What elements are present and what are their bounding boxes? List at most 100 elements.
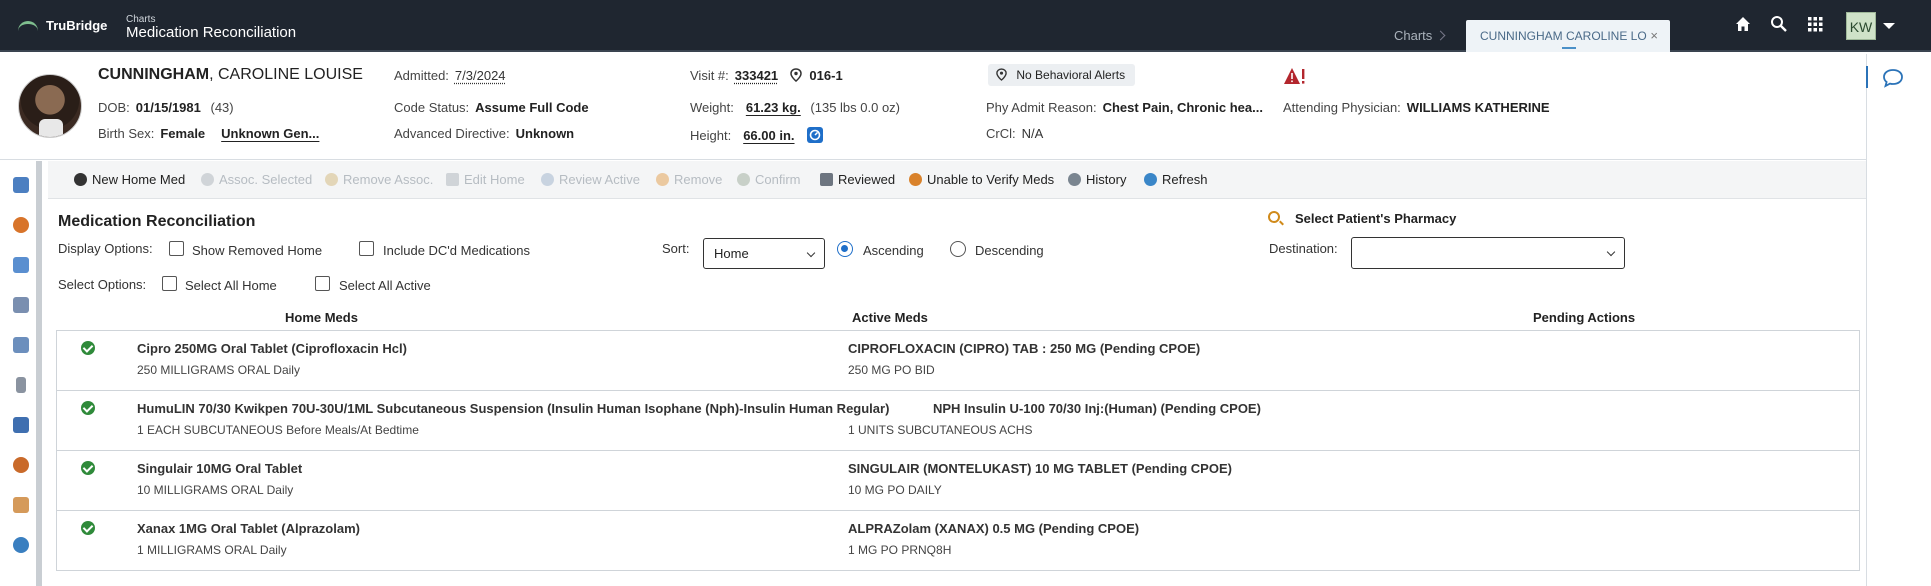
home-med-sig: 1 EACH SUBCUTANEOUS Before Meals/At Bedt… [137,423,419,437]
dob-label: DOB: [98,100,130,115]
gender-value[interactable]: Unknown Gen... [221,126,319,141]
review-active-button[interactable]: Review Active [541,172,640,187]
chevron-down-icon [1606,247,1616,257]
reviewed-button[interactable]: Reviewed [820,172,895,187]
user-menu-caret-icon[interactable] [1883,23,1895,29]
section-title: Medication Reconciliation [58,213,256,230]
pills-icon [909,173,922,186]
chevron-down-icon [806,248,816,258]
height-value[interactable]: 66.00 in. [743,128,794,143]
med-row[interactable]: HumuLIN 70/30 Kwikpen 70U-30U/1ML Subcut… [57,391,1859,451]
brand-mark-icon [18,19,38,33]
allergy-alert-icon[interactable] [1283,66,1309,86]
patient-first-names: , CAROLINE LOUISE [209,66,363,83]
left-sidebar [0,161,42,586]
tab-patient-chart[interactable]: CUNNINGHAM CAROLINE LO × [1466,20,1670,52]
device-icon[interactable] [16,377,26,393]
select-all-home-checkbox[interactable] [162,276,177,291]
med-row[interactable]: Cipro 250MG Oral Tablet (Ciprofloxacin H… [57,331,1859,391]
visit-label: Visit #: [690,68,729,83]
bmi-calculator-icon[interactable] [806,126,824,144]
user-avatar[interactable]: KW [1846,12,1876,40]
visit-value[interactable]: 333421 [735,68,778,83]
med-rec-toolbar: New Home Med Assoc. Selected Remove Asso… [48,161,1866,199]
medications-icon[interactable] [13,297,29,313]
attending-value[interactable]: WILLIAMS KATHERINE [1407,100,1550,115]
home-icon[interactable] [1733,14,1753,34]
confirm-icon [737,173,750,186]
timer-icon[interactable] [13,217,29,233]
active-med-sig: 10 MG PO DAILY [848,483,942,497]
admit-reason-value[interactable]: Chest Pain, Chronic hea... [1103,100,1263,115]
assoc-selected-button[interactable]: Assoc. Selected [201,172,312,187]
active-med-sig: 250 MG PO BID [848,363,935,377]
globe-icon[interactable] [13,537,29,553]
unable-verify-label: Unable to Verify Meds [927,172,1055,187]
attending-field: Attending Physician: WILLIAMS KATHERINE [1283,100,1550,115]
active-med-sig: 1 MG PO PRNQ8H [848,543,952,557]
edit-home-button[interactable]: Edit Home [446,172,525,187]
remove-assoc-button[interactable]: Remove Assoc. [325,172,433,187]
active-med-name[interactable]: ALPRAZolam (XANAX) 0.5 MG (Pending CPOE) [848,521,1139,536]
dob-value: 01/15/1981 [135,100,201,115]
tab-charts[interactable]: Charts [1394,28,1432,43]
home-med-sig: 10 MILLIGRAMS ORAL Daily [137,483,294,497]
edit-icon [446,173,459,186]
home-med-name[interactable]: Singulair 10MG Oral Tablet [137,461,302,476]
history-button[interactable]: History [1068,172,1126,187]
col-active-meds: Active Meds [852,310,928,325]
orders-icon[interactable] [13,257,29,273]
home-med-name[interactable]: HumuLIN 70/30 Kwikpen 70U-30U/1ML Subcut… [137,401,889,416]
home-med-sig: 1 MILLIGRAMS ORAL Daily [137,543,287,557]
sort-select[interactable]: Home [703,238,825,269]
link-icon [201,173,214,186]
pharmacy-search-icon[interactable] [1268,211,1280,223]
reconciled-check-icon [81,521,95,535]
active-med-name[interactable]: CIPROFLOXACIN (CIPRO) TAB : 250 MG (Pend… [848,341,1200,356]
home-med-name[interactable]: Xanax 1MG Oral Tablet (Alprazolam) [137,521,360,536]
confirm-button[interactable]: Confirm [737,172,801,187]
show-removed-home-checkbox[interactable] [169,241,184,256]
height-label: Height: [690,128,732,143]
brand-logo[interactable]: TruBridge [18,18,107,33]
descending-label: Descending [975,243,1044,258]
descending-radio[interactable] [950,241,966,257]
close-tab-icon[interactable]: × [1650,28,1658,43]
chat-icon[interactable] [1882,68,1904,88]
code-status-label: Code Status: [394,100,470,115]
ascending-radio[interactable] [837,241,853,257]
dob-field: DOB: 01/15/1981 (43) [98,100,234,115]
destination-select[interactable] [1351,237,1625,269]
sort-select-value: Home [714,246,749,261]
behavioral-alert-badge[interactable]: No Behavioral Alerts [988,64,1136,86]
apps-grid-icon[interactable] [1805,14,1825,34]
admitted-value[interactable]: 7/3/2024 [455,68,506,83]
reconciled-check-icon [81,341,95,355]
select-all-active-label: Select All Active [339,278,431,293]
active-med-name[interactable]: SINGULAIR (MONTELUKAST) 10 MG TABLET (Pe… [848,461,1232,476]
search-icon[interactable] [1769,14,1789,34]
care-team-icon[interactable] [13,497,29,513]
active-med-name[interactable]: NPH Insulin U-100 70/30 Inj:(Human) (Pen… [933,401,1261,416]
documents-icon[interactable] [13,337,29,353]
weight-field: Weight: 61.23 kg. (135 lbs 0.0 oz) [690,100,900,115]
unlink-icon [325,173,338,186]
display-options-label: Display Options: [58,241,153,256]
unable-verify-button[interactable]: Unable to Verify Meds [909,172,1054,187]
patient-icon[interactable] [13,457,29,473]
chart-summary-icon[interactable] [13,177,29,193]
select-pharmacy-link[interactable]: Select Patient's Pharmacy [1295,211,1456,226]
crcl-label: CrCl: [986,126,1016,141]
select-all-active-checkbox[interactable] [315,276,330,291]
include-dc-checkbox[interactable] [359,241,374,256]
med-row[interactable]: Xanax 1MG Oral Tablet (Alprazolam) 1 MIL… [57,511,1859,571]
remove-button[interactable]: Remove [656,172,722,187]
confirm-label: Confirm [755,172,801,187]
new-home-med-button[interactable]: New Home Med [74,172,185,187]
home-med-name[interactable]: Cipro 250MG Oral Tablet (Ciprofloxacin H… [137,341,407,356]
notes-icon[interactable] [13,417,29,433]
weight-value[interactable]: 61.23 kg. [746,100,801,115]
med-row[interactable]: Singulair 10MG Oral Tablet 10 MILLIGRAMS… [57,451,1859,511]
refresh-button[interactable]: Refresh [1144,172,1208,187]
include-dc-label: Include DC'd Medications [383,243,530,258]
